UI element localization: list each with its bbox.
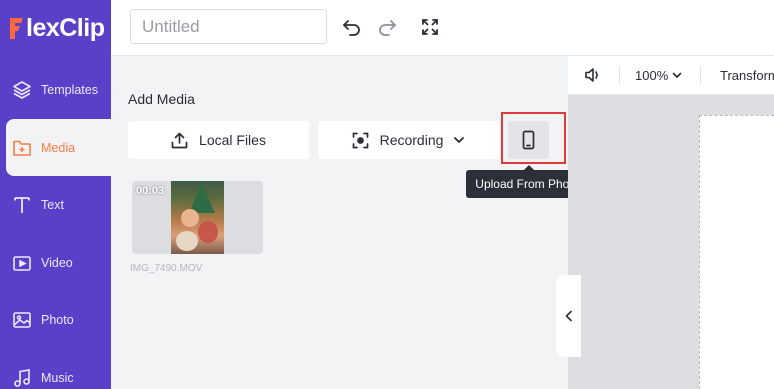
fullscreen-icon[interactable] [419, 16, 441, 38]
flexclip-logo[interactable]: lexClip [8, 12, 105, 44]
highlight-box [501, 112, 566, 164]
video-thumbnail-image [171, 181, 224, 254]
sidebar-item-label: Templates [41, 82, 98, 97]
toolbar-divider [619, 66, 620, 84]
media-item-thumbnail[interactable]: 00:03 [132, 181, 263, 254]
panel-title: Add Media [128, 91, 195, 107]
sidebar-item-label: Photo [41, 312, 74, 327]
recording-button[interactable]: Recording [318, 121, 499, 159]
sidebar-item-label: Video [41, 255, 73, 270]
logo-text: lexClip [26, 13, 105, 42]
sidebar-item-label: Music [41, 370, 74, 385]
chevron-down-icon [672, 72, 682, 79]
recording-label: Recording [379, 132, 444, 148]
photo-icon [12, 310, 32, 330]
sidebar-item-photo[interactable]: Photo [0, 291, 111, 348]
sidebar-item-media[interactable]: Media [6, 119, 111, 176]
media-filename: IMG_7490.MOV [130, 263, 203, 274]
chevron-left-icon [565, 310, 573, 322]
sidebar-item-text[interactable]: Text [0, 176, 111, 233]
video-icon [12, 253, 32, 273]
record-icon [352, 132, 369, 149]
sidebar-item-music[interactable]: Music [0, 349, 111, 389]
media-folder-icon [12, 138, 32, 158]
text-icon [12, 195, 32, 215]
redo-icon[interactable] [376, 16, 398, 38]
sidebar-item-label: Text [41, 197, 64, 212]
layers-icon [12, 80, 32, 100]
zoom-dropdown[interactable]: 100% [635, 68, 682, 83]
chevron-down-icon [453, 136, 465, 144]
collapse-panel-button[interactable] [556, 275, 581, 357]
sidebar-item-video[interactable]: Video [0, 234, 111, 291]
local-files-button[interactable]: Local Files [128, 121, 309, 159]
transform-menu[interactable]: Transform [720, 68, 774, 83]
canvas-toolbar: 100% Transform [568, 56, 774, 95]
music-icon [12, 368, 32, 388]
media-panel: Add Media Local Files Recording Upload F… [111, 56, 592, 389]
toolbar-divider [700, 66, 701, 84]
logo-f-mark-icon [8, 15, 24, 41]
zoom-value: 100% [635, 68, 669, 83]
canvas-page[interactable] [699, 115, 774, 389]
top-bar [111, 0, 774, 56]
undo-icon[interactable] [341, 16, 363, 38]
project-title-input[interactable] [130, 9, 327, 44]
sidebar-item-templates[interactable]: Templates [0, 61, 111, 118]
sidebar-item-label: Media [41, 140, 76, 155]
sidebar: lexClip Templates Media Text Video Photo… [0, 0, 111, 389]
upload-icon [171, 132, 188, 149]
media-duration: 00:03 [136, 185, 165, 197]
volume-icon[interactable] [584, 67, 602, 88]
local-files-label: Local Files [199, 132, 266, 148]
